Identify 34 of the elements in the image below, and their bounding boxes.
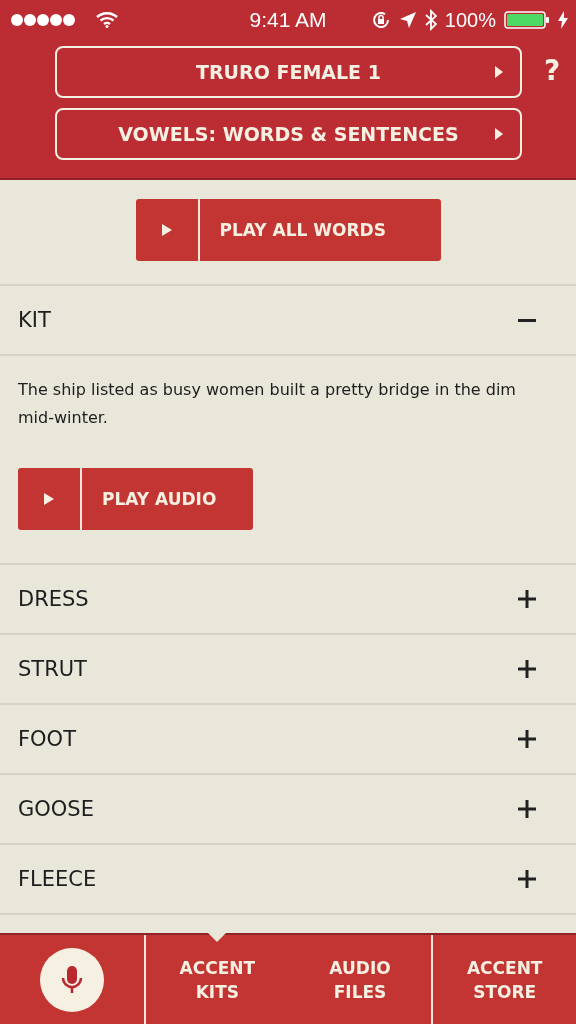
caret-icon xyxy=(494,65,504,79)
tab[interactable]: AUDIO FILES xyxy=(288,935,432,1024)
microphone-icon xyxy=(61,964,83,995)
plus-icon xyxy=(518,660,536,678)
accordion-row[interactable]: FOOT xyxy=(0,705,576,775)
location-icon xyxy=(398,11,417,29)
help-button[interactable]: ? xyxy=(538,50,567,91)
tab[interactable]: ACCENT KITS xyxy=(146,935,289,1024)
accordion-row[interactable]: KIT xyxy=(0,286,576,356)
rotation-lock-icon xyxy=(370,10,391,30)
selector-button[interactable]: VOWELS: WORDS & SENTENCES xyxy=(55,108,522,160)
tab[interactable]: ACCENT STORE xyxy=(431,935,576,1024)
selector-button[interactable]: TRURO FEMALE 1 xyxy=(55,46,522,98)
accordion-row[interactable]: FLEECE xyxy=(0,845,576,915)
example-sentence: The ship listed as busy women built a pretty bridge in the dim mid-winter. xyxy=(18,379,517,429)
status-time: 9:41 AM xyxy=(249,8,327,32)
plus-icon xyxy=(518,870,536,888)
wifi-icon xyxy=(96,12,118,28)
bluetooth-icon xyxy=(424,9,437,31)
play-audio-button[interactable]: PLAY AUDIO xyxy=(18,468,253,530)
play-icon xyxy=(43,492,55,506)
charging-icon xyxy=(558,11,568,29)
play-all-button[interactable]: PLAY ALL WORDS xyxy=(135,199,441,261)
play-icon xyxy=(160,223,173,237)
accordion-row[interactable]: GOOSE xyxy=(0,775,576,845)
caret-icon xyxy=(494,127,504,141)
accordion-row[interactable]: DRESS xyxy=(0,565,576,635)
plus-icon xyxy=(518,590,536,608)
minus-icon xyxy=(518,318,536,322)
plus-icon xyxy=(518,730,536,748)
accordion-row[interactable]: STRUT xyxy=(0,635,576,705)
battery-icon xyxy=(504,10,550,30)
battery-percent: 100% xyxy=(444,8,496,32)
plus-icon xyxy=(518,800,536,818)
